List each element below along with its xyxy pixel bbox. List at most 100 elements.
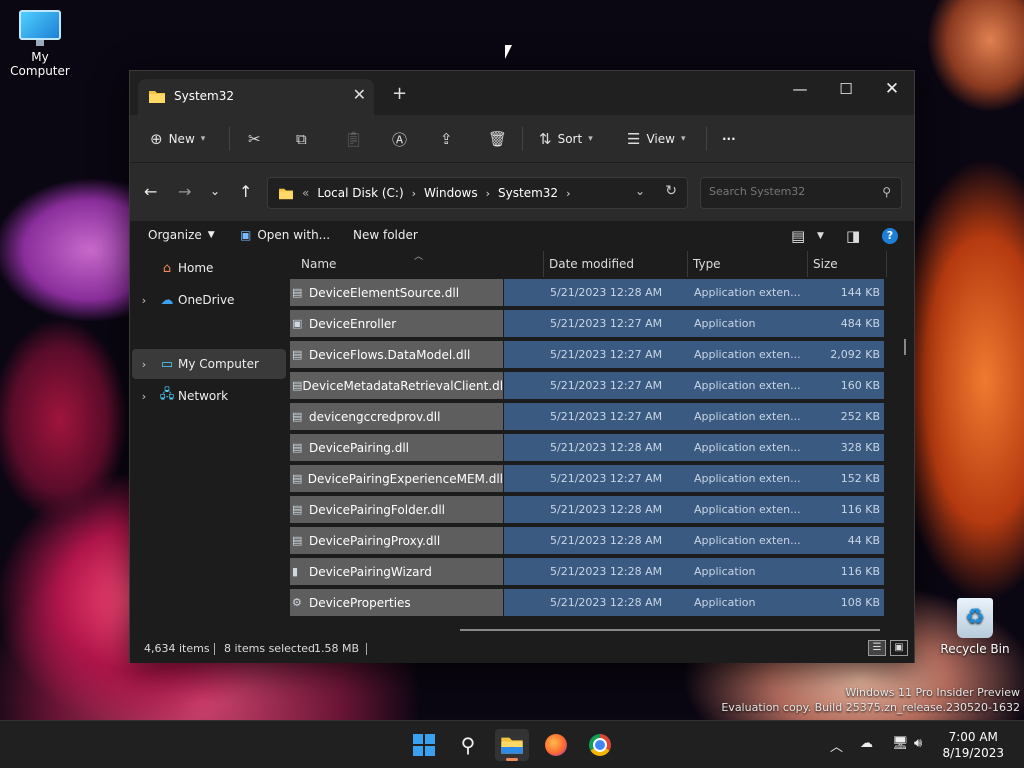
tab-close-icon[interactable]: ✕ <box>353 85 366 104</box>
breadcrumb-overflow[interactable]: « <box>302 186 309 200</box>
chrome-taskbar-button[interactable] <box>583 729 617 761</box>
table-row[interactable]: ▤ DevicePairingProxy.dll 5/21/2023 12:28 A… <box>290 527 884 554</box>
preview-pane-icon[interactable]: ◨ <box>846 227 860 245</box>
minimize-button[interactable]: — <box>777 75 823 105</box>
file-explorer-taskbar-button[interactable] <box>495 729 529 761</box>
tab-system32[interactable]: System32 ✕ <box>138 79 374 115</box>
delete-button[interactable]: 🗑︎ <box>488 127 507 151</box>
copy-button[interactable]: ⧉ <box>296 127 307 151</box>
sidebar-item-network[interactable]: › 🖧 Network <box>132 381 286 411</box>
table-row[interactable]: ⚙ DeviceProperties 5/21/2023 12:28 AM Appli… <box>290 589 884 616</box>
details-cell[interactable]: 5/21/2023 12:28 AM Application exten... 11… <box>504 496 884 523</box>
breadcrumb-separator-icon[interactable]: › <box>566 187 570 200</box>
cut-button[interactable]: ✂ <box>248 127 261 151</box>
name-cell[interactable]: ▣ DeviceEnroller <box>290 310 503 337</box>
name-cell[interactable]: ▤ DevicePairingFolder.dll <box>290 496 503 523</box>
new-tab-icon[interactable]: + <box>392 83 407 104</box>
table-row[interactable]: ▤ DevicePairing.dll 5/21/2023 12:28 AM Appl… <box>290 434 884 461</box>
close-window-button[interactable]: ✕ <box>869 75 915 105</box>
table-row[interactable]: ▤ DevicePairingFolder.dll 5/21/2023 12:28 … <box>290 496 884 523</box>
recent-locations-icon[interactable]: ⌄ <box>210 184 220 198</box>
details-cell[interactable]: 5/21/2023 12:27 AM Application exten... 25… <box>504 403 884 430</box>
back-icon[interactable]: ← <box>144 182 157 201</box>
details-cell[interactable]: 5/21/2023 12:28 AM Application 116 KB <box>504 558 884 585</box>
search-box[interactable]: ⚲ <box>700 177 902 209</box>
details-view-icon[interactable]: ☰ <box>868 640 886 656</box>
address-history-dropdown-icon[interactable]: ⌄ <box>635 184 645 198</box>
network-status-icon[interactable]: 🖥︎ <box>892 736 909 751</box>
details-cell[interactable]: 5/21/2023 12:27 AM Application exten... 2,… <box>504 341 884 368</box>
up-icon[interactable]: ↑ <box>239 182 252 201</box>
desktop-icon-my-computer[interactable]: My Computer <box>0 10 80 78</box>
vertical-scrollbar[interactable] <box>904 339 906 355</box>
breadcrumb-system32[interactable]: System32 <box>498 186 558 200</box>
rename-button[interactable]: Ⓐ <box>392 127 407 151</box>
name-cell[interactable]: ▤ DeviceMetadataRetrievalClient.dll <box>290 372 506 399</box>
column-name[interactable]: Name <box>301 257 336 271</box>
column-divider[interactable] <box>807 251 808 277</box>
name-cell[interactable]: ▤ DevicePairing.dll <box>290 434 503 461</box>
table-row[interactable]: ▤ DeviceFlows.DataModel.dll 5/21/2023 12:2… <box>290 341 884 368</box>
column-divider[interactable] <box>886 251 887 277</box>
column-size[interactable]: Size <box>813 257 838 271</box>
organize-button[interactable]: Organize ▼ <box>148 228 215 242</box>
new-folder-button[interactable]: New folder <box>353 228 418 242</box>
firefox-taskbar-button[interactable] <box>539 729 573 761</box>
details-cell[interactable]: 5/21/2023 12:28 AM Application exten... 14… <box>504 279 884 306</box>
details-cell[interactable]: 5/21/2023 12:28 AM Application exten... 44… <box>504 527 884 554</box>
breadcrumb-separator-icon[interactable]: › <box>486 187 490 200</box>
more-options-button[interactable]: ··· <box>722 127 736 151</box>
share-button[interactable]: ⇪ <box>440 127 453 151</box>
caret-down-icon[interactable]: ▼ <box>817 231 824 241</box>
details-cell[interactable]: 5/21/2023 12:28 AM Application exten... 32… <box>504 434 884 461</box>
table-row[interactable]: ▤ DevicePairingExperienceMEM.dll 5/21/2023… <box>290 465 884 492</box>
chevron-right-icon[interactable]: › <box>132 294 156 307</box>
chevron-right-icon[interactable]: › <box>132 358 156 371</box>
address-bar[interactable]: « Local Disk (C:) › Windows › System32 ›… <box>267 177 688 209</box>
sidebar-item-home[interactable]: ⌂ Home <box>132 253 286 283</box>
breadcrumb-local-disk[interactable]: Local Disk (C:) <box>317 186 403 200</box>
cloud-offline-icon[interactable]: ☁ <box>860 736 873 751</box>
column-type[interactable]: Type <box>693 257 721 271</box>
name-cell[interactable]: ▤ devicengccredprov.dll <box>290 403 503 430</box>
clock[interactable]: 7:00 AM 8/19/2023 <box>942 729 1004 761</box>
forward-icon[interactable]: → <box>178 182 191 201</box>
show-hidden-icons-icon[interactable]: ︿ <box>830 736 843 755</box>
open-with-button[interactable]: ▣ Open with... <box>240 228 330 242</box>
details-cell[interactable]: 5/21/2023 12:28 AM Application 108 KB <box>504 589 884 616</box>
column-divider[interactable] <box>543 251 544 277</box>
column-divider[interactable] <box>687 251 688 277</box>
name-cell[interactable]: ▤ DevicePairingProxy.dll <box>290 527 503 554</box>
breadcrumb-windows[interactable]: Windows <box>424 186 478 200</box>
table-row[interactable]: ▤ DeviceMetadataRetrievalClient.dll 5/21/2… <box>290 372 884 399</box>
name-cell[interactable]: ⚙ DeviceProperties <box>290 589 503 616</box>
change-view-icon[interactable]: ▤ <box>791 227 805 245</box>
view-button[interactable]: ☰ View ▾ <box>627 127 685 151</box>
column-date-modified[interactable]: Date modified <box>549 257 634 271</box>
refresh-icon[interactable]: ↻ <box>665 183 677 199</box>
sort-button[interactable]: ⇅ Sort ▾ <box>539 127 593 151</box>
breadcrumb-separator-icon[interactable]: › <box>412 187 416 200</box>
search-input[interactable] <box>709 185 869 198</box>
details-cell[interactable]: 5/21/2023 12:27 AM Application 484 KB <box>504 310 884 337</box>
table-row[interactable]: ▣ DeviceEnroller 5/21/2023 12:27 AM Applica… <box>290 310 884 337</box>
paste-button[interactable]: 📋︎ <box>344 127 363 151</box>
name-cell[interactable]: ▤ DeviceElementSource.dll <box>290 279 503 306</box>
desktop-icon-recycle-bin[interactable]: ♻ Recycle Bin <box>935 598 1015 656</box>
details-cell[interactable]: 5/21/2023 12:27 AM Application exten... 16… <box>504 372 884 399</box>
name-cell[interactable]: ▤ DevicePairingExperienceMEM.dll <box>290 465 503 492</box>
sidebar-item-my-computer[interactable]: › ▭ My Computer <box>132 349 286 379</box>
maximize-button[interactable]: ☐ <box>823 75 869 105</box>
title-bar[interactable]: System32 ✕ + — ☐ ✕ <box>130 71 914 115</box>
details-cell[interactable]: 5/21/2023 12:27 AM Application exten... 15… <box>504 465 884 492</box>
name-cell[interactable]: ▮ DevicePairingWizard <box>290 558 503 585</box>
horizontal-scrollbar[interactable] <box>460 629 880 631</box>
new-button[interactable]: ⊕ New ▾ <box>150 127 205 151</box>
name-cell[interactable]: ▤ DeviceFlows.DataModel.dll <box>290 341 503 368</box>
chevron-right-icon[interactable]: › <box>132 390 156 403</box>
help-icon[interactable]: ? <box>882 228 898 244</box>
table-row[interactable]: ▮ DevicePairingWizard 5/21/2023 12:28 AM Ap… <box>290 558 884 585</box>
table-row[interactable]: ▤ DeviceElementSource.dll 5/21/2023 12:28 … <box>290 279 884 306</box>
table-row[interactable]: ▤ devicengccredprov.dll 5/21/2023 12:27 AM… <box>290 403 884 430</box>
start-button[interactable] <box>407 729 441 761</box>
